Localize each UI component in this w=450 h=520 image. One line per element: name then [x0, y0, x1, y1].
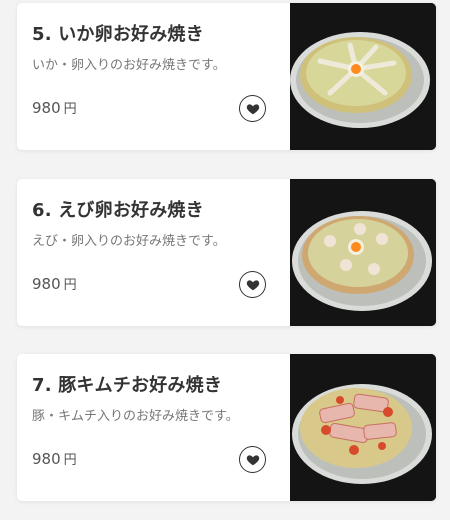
menu-item-price: 980 円 [32, 98, 77, 117]
price-currency: 円 [63, 453, 77, 468]
heart-icon [246, 454, 259, 465]
price-currency: 円 [63, 102, 77, 117]
heart-icon [246, 103, 259, 114]
menu-item-title: 7. 豚キムチお好み焼き [32, 375, 223, 396]
menu-item-price: 980 円 [32, 449, 77, 468]
price-value: 980 [32, 275, 61, 293]
menu-item-card[interactable]: 7. 豚キムチお好み焼き 豚・キムチ入りのお好み焼きです。 980 円 [17, 354, 436, 501]
heart-icon [246, 279, 259, 290]
menu-item-title: 5. いか卵お好み焼き [32, 24, 204, 45]
favorite-button[interactable] [239, 271, 266, 298]
okonomiyaki-squid-egg-photo [290, 3, 436, 150]
menu-item-description: 豚・キムチ入りのお好み焼きです。 [32, 409, 239, 424]
menu-item-description: えび・卵入りのお好み焼きです。 [32, 234, 226, 249]
menu-item-card[interactable]: 6. えび卵お好み焼き えび・卵入りのお好み焼きです。 980 円 [17, 179, 436, 326]
menu-list: 5. いか卵お好み焼き いか・卵入りのお好み焼きです。 980 円 6. えび卵… [0, 0, 450, 520]
price-value: 980 [32, 450, 61, 468]
menu-item-title: 6. えび卵お好み焼き [32, 200, 204, 221]
price-value: 980 [32, 99, 61, 117]
price-currency: 円 [63, 278, 77, 293]
favorite-button[interactable] [239, 446, 266, 473]
okonomiyaki-pork-kimchi-photo [290, 354, 436, 501]
menu-item-price: 980 円 [32, 274, 77, 293]
menu-item-description: いか・卵入りのお好み焼きです。 [32, 58, 226, 73]
favorite-button[interactable] [239, 95, 266, 122]
okonomiyaki-shrimp-egg-photo [290, 179, 436, 326]
menu-item-card[interactable]: 5. いか卵お好み焼き いか・卵入りのお好み焼きです。 980 円 [17, 3, 436, 150]
